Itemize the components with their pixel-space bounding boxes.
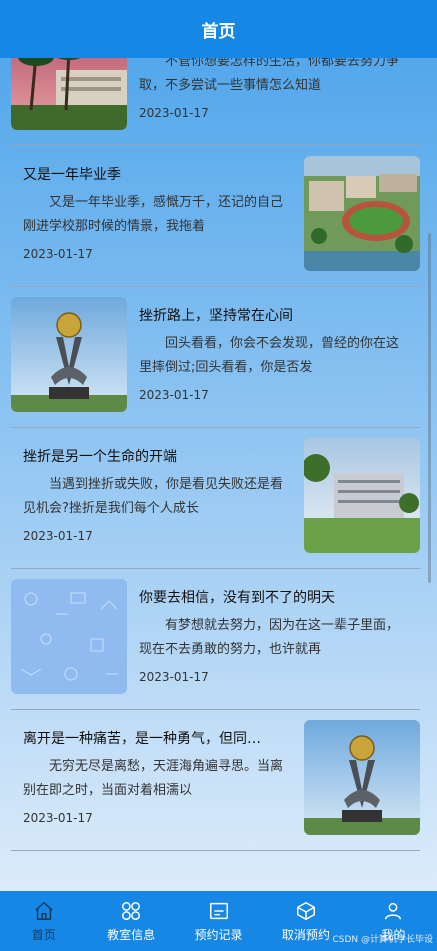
- article-thumbnail: [304, 720, 420, 835]
- article-summary: 不管你想要怎样的生活，你都要去努力争取，不多尝试一些事情怎么知道: [139, 58, 400, 93]
- article-list[interactable]: 不管你想要怎样的生活，你都要去努力争取，不多尝试一些事情怎么知道 2023-01…: [0, 58, 437, 891]
- tab-classroom-info[interactable]: 教室信息: [87, 891, 174, 951]
- campus-building-image: [304, 438, 420, 553]
- blue-pattern-image: [11, 579, 127, 694]
- article-date: 2023-01-17: [139, 670, 209, 684]
- campus-sculpture-image: [304, 720, 420, 835]
- tab-label: 教室信息: [107, 927, 156, 942]
- tab-home[interactable]: 首页: [0, 891, 87, 951]
- list-item[interactable]: 挫折路上，坚持常在心间 回头看看，你会不会发现，曾经的你在这里摔倒过;回头看看，…: [11, 287, 420, 428]
- article-date: 2023-01-17: [23, 247, 93, 261]
- article-title: 挫折路上，坚持常在心间: [139, 308, 293, 324]
- grid-icon: [120, 900, 142, 922]
- article-thumbnail: [11, 58, 127, 130]
- article-date: 2023-01-17: [139, 388, 209, 402]
- watermark: CSDN @计算机学长毕设: [332, 935, 433, 945]
- article-summary: 当遇到挫折或失败，你是看见失败还是看见机会?挫折是我们每个人成长: [23, 477, 284, 516]
- list-item[interactable]: 不管你想要怎样的生活，你都要去努力争取，不多尝试一些事情怎么知道 2023-01…: [11, 58, 420, 146]
- tab-booking-records[interactable]: 预约记录: [175, 891, 262, 951]
- article-summary: 回头看看，你会不会发现，曾经的你在这里摔倒过;回头看看，你是否发: [139, 336, 400, 375]
- article-summary: 无穷无尽是离愁，天涯海角遍寻思。当离别在即之时，当面对着相濡以: [23, 759, 284, 798]
- article-thumbnail: [11, 579, 127, 694]
- article-title: 你要去相信，没有到不了的明天: [139, 590, 335, 606]
- campus-palms-image: [11, 58, 127, 130]
- article-title: 离开是一种痛苦，是一种勇气，但同…: [23, 731, 261, 747]
- page-title: 首页: [201, 21, 236, 42]
- scrollbar[interactable]: [428, 233, 431, 583]
- list-item[interactable]: 又是一年毕业季 又是一年毕业季，感慨万千，还记的自己刚进学校那时候的情景，我拖着…: [11, 146, 420, 287]
- article-date: 2023-01-17: [23, 811, 93, 825]
- list-item[interactable]: 你要去相信，没有到不了的明天 有梦想就去努力，因为在这一辈子里面，现在不去勇敢的…: [11, 569, 420, 710]
- campus-sculpture-image: [11, 297, 127, 412]
- home-icon: [33, 900, 55, 922]
- article-thumbnail: [304, 438, 420, 553]
- list-item[interactable]: 离开是一种痛苦，是一种勇气，但同… 无穷无尽是离愁，天涯海角遍寻思。当离别在即之…: [11, 710, 420, 851]
- tab-label: 预约记录: [194, 927, 243, 942]
- record-icon: [208, 900, 230, 922]
- article-summary: 有梦想就去努力，因为在这一辈子里面，现在不去勇敢的努力，也许就再: [139, 618, 400, 657]
- article-title: 挫折是另一个生命的开端: [23, 449, 177, 465]
- user-icon: [382, 900, 404, 922]
- box-icon: [295, 900, 317, 922]
- article-date: 2023-01-17: [139, 106, 209, 120]
- list-item[interactable]: 挫折是另一个生命的开端 当遇到挫折或失败，你是看见失败还是看见机会?挫折是我们每…: [11, 428, 420, 569]
- article-summary: 又是一年毕业季，感慨万千，还记的自己刚进学校那时候的情景，我拖着: [23, 195, 284, 234]
- page-header: 首页: [0, 0, 437, 58]
- article-date: 2023-01-17: [23, 529, 93, 543]
- tab-label: 取消预约: [281, 927, 330, 942]
- article-thumbnail: [11, 297, 127, 412]
- article-thumbnail: [304, 156, 420, 271]
- article-title: 又是一年毕业季: [23, 167, 121, 183]
- campus-aerial-image: [304, 156, 420, 271]
- tab-label: 首页: [31, 927, 56, 942]
